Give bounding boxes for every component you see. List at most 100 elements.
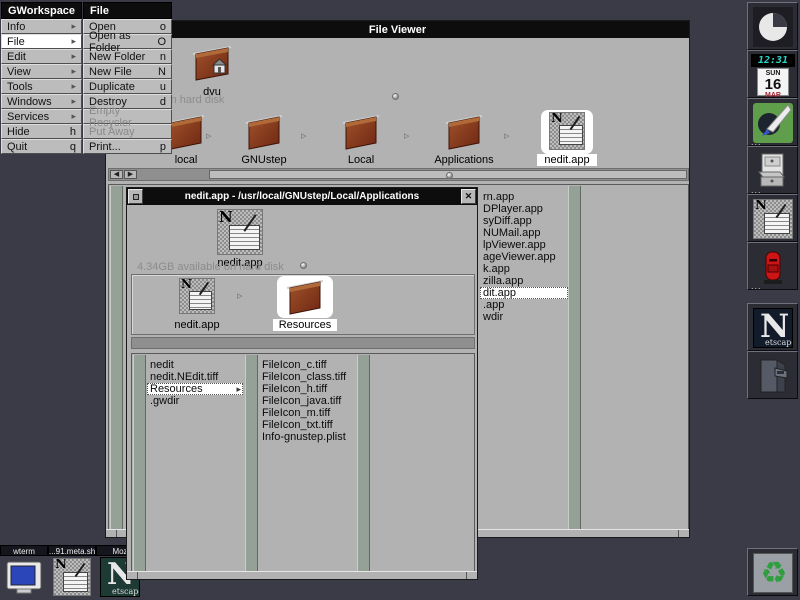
menu-item-edit[interactable]: Edit ▸	[1, 49, 82, 64]
fv-app-row[interactable]: .app	[480, 299, 568, 311]
running-indicator: ...	[751, 139, 762, 145]
menu-item-view[interactable]: View ▸	[1, 64, 82, 79]
dock-tile-netscape[interactable]: N etscape	[747, 303, 798, 351]
fv-col1-scrollbar[interactable]	[110, 186, 123, 530]
bw-col2-row[interactable]: FileIcon_txt.tiff	[259, 419, 355, 431]
bw-shelf-resources-label: Resources	[273, 319, 337, 331]
bw-splitter-dimple[interactable]	[300, 262, 307, 269]
fv-shelf-scrollbar-knob[interactable]	[209, 170, 687, 179]
scroll-right-icon: ▶	[128, 171, 133, 178]
shelf-folder-gnustep-icon[interactable]	[244, 112, 284, 152]
nedit-browser-titlebar[interactable]: nedit.app - /usr/local/GNUstep/Local/App…	[127, 188, 477, 205]
bw-col1-scrollbar[interactable]	[133, 355, 146, 571]
file-submenu: File Open o Open as Folder O New Folder …	[83, 2, 172, 154]
menu-item-new-file[interactable]: New File N	[83, 64, 172, 79]
menu-item-print[interactable]: Print... p	[83, 139, 172, 154]
dock-tile-datetime[interactable]: 12:31 SUN 16 MAR	[747, 50, 798, 98]
file-viewer-titlebar[interactable]: File Viewer	[106, 21, 689, 38]
fv-col2-scrollbar[interactable]	[568, 186, 581, 530]
bw-col1: nedit nedit.NEdit.tiff Resources ▸ .gwdi…	[147, 355, 243, 571]
dock-tile-mail[interactable]: ...	[747, 242, 798, 290]
submenu-arrow-icon: ▸	[71, 22, 76, 31]
bw-col2-row[interactable]: FileIcon_c.tiff	[259, 359, 355, 371]
fv-app-row[interactable]: lpViewer.app	[480, 239, 568, 251]
menu-item-file[interactable]: File ▸	[1, 34, 82, 49]
shelf-folder-gnustep-label: GNUstep	[234, 154, 294, 166]
resources-folder-icon[interactable]	[285, 277, 325, 317]
bw-col2-row[interactable]: FileIcon_h.tiff	[259, 383, 355, 395]
netscape-icon: N etscape	[753, 308, 793, 348]
miniwindow-nedit-document[interactable]: ...91.meta.shtml N	[48, 545, 96, 597]
fv-app-row[interactable]: NUMail.app	[480, 227, 568, 239]
bw-col2-row[interactable]: Info-gnustep.plist	[259, 431, 355, 443]
fv-app-row[interactable]: zilla.app	[480, 275, 568, 287]
fv-app-row[interactable]: k.app	[480, 263, 568, 275]
fv-app-row[interactable]: DPlayer.app	[480, 203, 568, 215]
fv-app-row-selected[interactable]: dit.app	[480, 287, 568, 299]
shelf-folder-Local-icon[interactable]	[341, 112, 381, 152]
file-cabinet-dark-icon	[753, 356, 793, 396]
shelf-arrow-icon: ▹	[504, 129, 510, 142]
shelf-folder-local-icon[interactable]	[166, 112, 206, 152]
neditapp-icon[interactable]: N	[549, 112, 585, 150]
fv-app-row[interactable]: syDiff.app	[480, 215, 568, 227]
bw-col2-row[interactable]: FileIcon_java.tiff	[259, 395, 355, 407]
neditapp-window-icon[interactable]: N	[217, 209, 263, 255]
fv-app-row[interactable]: rn.app	[480, 191, 568, 203]
bw-col1-row-selected[interactable]: Resources ▸	[147, 383, 243, 395]
bw-col2-scrollbar[interactable]	[245, 355, 258, 571]
dock-tile-gworkspace[interactable]: ...	[747, 146, 798, 194]
dock-tile-cabinet-dark[interactable]	[747, 351, 798, 399]
file-viewer-title: File Viewer	[369, 24, 426, 36]
shelf-arrow-icon: ▹	[301, 129, 307, 142]
bw-col1-row[interactable]: .gwdir	[147, 395, 243, 407]
menu-item-windows[interactable]: Windows ▸	[1, 94, 82, 109]
scroll-left-button[interactable]: ◀	[110, 170, 123, 179]
running-indicator: ...	[751, 283, 762, 289]
shelf-item-neditapp-label: nedit.app	[537, 154, 597, 166]
column-expand-arrow-icon: ▸	[236, 383, 241, 395]
fv-app-row[interactable]: wdir	[480, 311, 568, 323]
menu-item-quit[interactable]: Quit q	[1, 139, 82, 154]
menu-item-tools[interactable]: Tools ▸	[1, 79, 82, 94]
miniaturize-icon	[133, 194, 139, 200]
fv-shelf-scrollbar[interactable]: ◀ ▶	[108, 168, 689, 181]
shelf-folder-Local-label: Local	[331, 154, 391, 166]
dock-tile-clock[interactable]	[747, 2, 798, 50]
fv-splitter-dimple[interactable]	[392, 93, 399, 100]
bw-resize-bar[interactable]	[127, 571, 477, 579]
menu-item-info[interactable]: Info ▸	[1, 19, 82, 34]
menu-item-new-folder[interactable]: New Folder n	[83, 49, 172, 64]
dock-tile-paint[interactable]: ...	[747, 98, 798, 146]
menu-item-empty-recycler[interactable]: Empty Recycler	[83, 109, 172, 124]
bw-col3	[371, 355, 474, 571]
dock-tile-nedit[interactable]: N	[747, 194, 798, 242]
shelf-arrow-icon: ▹	[404, 129, 410, 142]
calendar-icon: SUN 16 MAR	[757, 68, 789, 96]
nedit-browser-window: nedit.app - /usr/local/GNUstep/Local/App…	[126, 187, 478, 580]
bw-col1-row[interactable]: nedit	[147, 359, 243, 371]
fv-app-row[interactable]: ageViewer.app	[480, 251, 568, 263]
bw-col3-scrollbar[interactable]	[357, 355, 370, 571]
miniaturize-button[interactable]	[128, 189, 143, 204]
dock-tile-recycler[interactable]: ♻	[747, 548, 798, 596]
close-icon: ✕	[465, 191, 473, 202]
bw-col2-row[interactable]: FileIcon_class.tiff	[259, 371, 355, 383]
shelf-folder-applications-icon[interactable]	[444, 112, 484, 152]
bw-col2-row[interactable]: FileIcon_m.tiff	[259, 407, 355, 419]
gworkspace-menu-title[interactable]: GWorkspace	[1, 2, 82, 19]
desktop: File Viewer dvu available on hard disk l…	[0, 0, 800, 600]
home-folder-icon[interactable]	[190, 42, 234, 84]
menu-item-hide[interactable]: Hide h	[1, 124, 82, 139]
close-button[interactable]: ✕	[461, 189, 476, 204]
menu-item-services[interactable]: Services ▸	[1, 109, 82, 124]
file-submenu-title[interactable]: File	[83, 2, 172, 19]
bw-shelf-neditapp-icon[interactable]: N	[179, 278, 215, 314]
menu-item-open-as-folder[interactable]: Open as Folder O	[83, 34, 172, 49]
bw-shelf-scrollbar[interactable]	[131, 337, 475, 349]
menu-item-duplicate[interactable]: Duplicate u	[83, 79, 172, 94]
nedit-browser-title: nedit.app - /usr/local/GNUstep/Local/App…	[185, 191, 419, 202]
miniwindow-wterm[interactable]: wterm	[0, 545, 48, 597]
scroll-right-button[interactable]: ▶	[124, 170, 137, 179]
bw-col1-row[interactable]: nedit.NEdit.tiff	[147, 371, 243, 383]
